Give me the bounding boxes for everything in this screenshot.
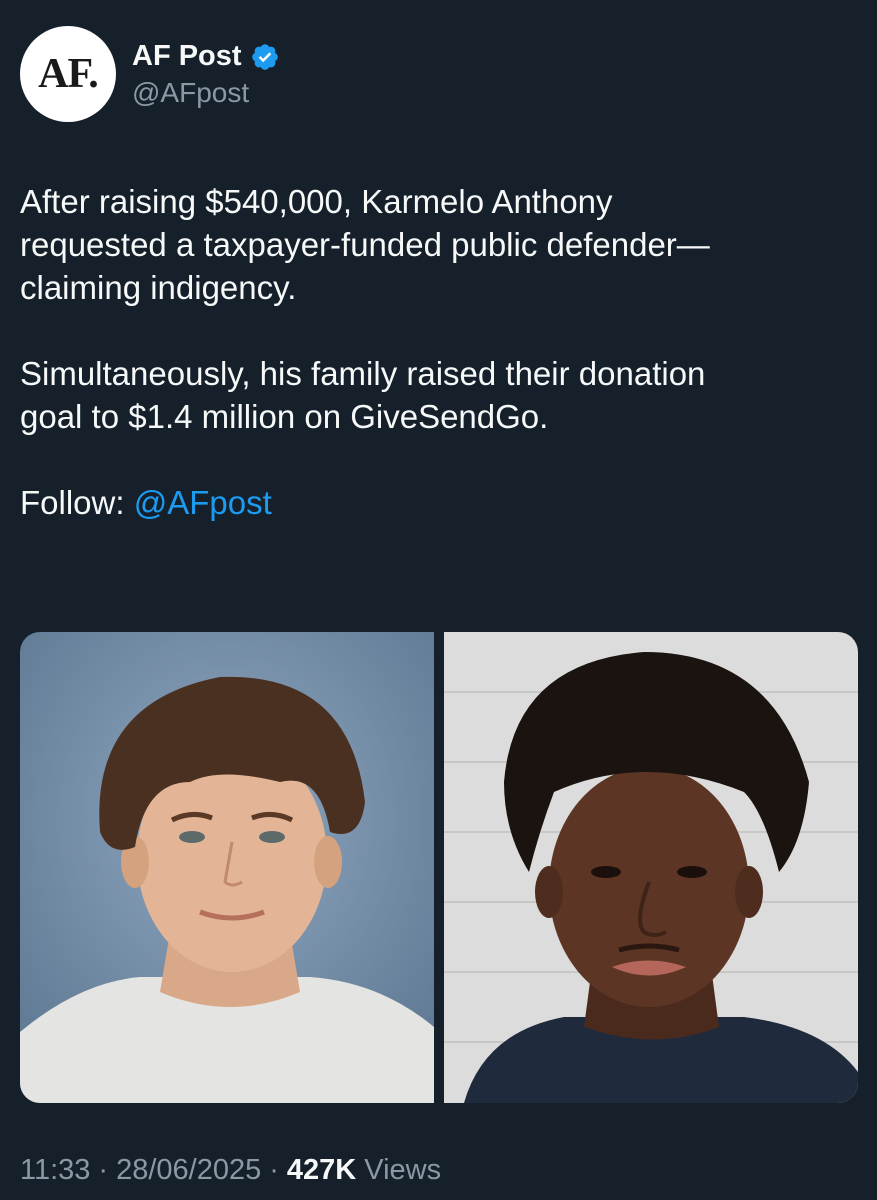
portrait-photo-icon (20, 632, 434, 1103)
tweet-follow-line: Follow: @AFpost (20, 481, 850, 524)
views-label: Views (364, 1154, 442, 1186)
tweet-time[interactable]: 11:33 (20, 1154, 90, 1187)
photo-right[interactable] (444, 632, 858, 1103)
tweet-body: After raising $540,000, Karmelo Anthony … (20, 180, 850, 524)
author-handle[interactable]: @AFpost (132, 77, 280, 109)
tweet-header: AF. AF Post @AFpost (20, 26, 280, 122)
display-name-row: AF Post (132, 40, 280, 73)
tweet-paragraph-2: Simultaneously, his family raised their … (20, 355, 706, 435)
tweet-date[interactable]: 28/06/2025 (116, 1154, 261, 1187)
photo-left[interactable] (20, 632, 434, 1103)
avatar-logo-text: AF. (38, 51, 99, 97)
views-count: 427K (286, 1154, 357, 1186)
follow-mention-link[interactable]: @AFpost (134, 484, 272, 521)
tweet-paragraph-1: After raising $540,000, Karmelo Anthony … (20, 183, 710, 306)
author-display-name[interactable]: AF Post (132, 40, 242, 73)
portrait-photo-icon (444, 632, 858, 1103)
separator-dot: · (98, 1154, 109, 1186)
author-avatar[interactable]: AF. (20, 26, 116, 122)
media-grid (20, 632, 858, 1103)
author-names: AF Post @AFpost (132, 40, 280, 109)
tweet-footer: 11:33 · 28/06/2025 · 427K Views (20, 1154, 441, 1187)
verified-badge-icon (250, 42, 280, 72)
follow-label: Follow: (20, 484, 134, 521)
separator-dot: · (269, 1154, 279, 1186)
